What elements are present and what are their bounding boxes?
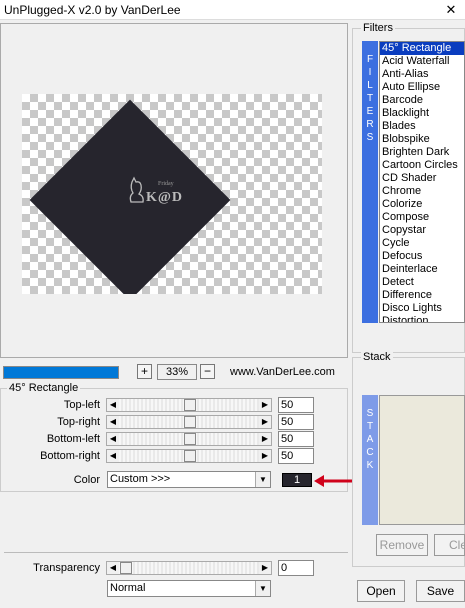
stack-list[interactable]	[379, 395, 465, 525]
param-slider[interactable]: ◀ ▶	[106, 415, 272, 429]
param-slider-thumb[interactable]	[184, 416, 196, 428]
stack-strip-letter: T	[366, 421, 374, 432]
filter-list-item[interactable]: Barcode	[380, 94, 464, 107]
param-label: Bottom-right	[40, 450, 100, 462]
param-value-field[interactable]: 50	[278, 414, 314, 430]
slider-left-arrow-icon[interactable]: ◀	[107, 416, 119, 428]
cat-watermark-icon	[129, 176, 144, 203]
slider-left-arrow-icon[interactable]: ◀	[107, 450, 119, 462]
window-title: UnPlugged-X v2.0 by VanDerLee	[4, 3, 181, 17]
chevron-down-icon[interactable]: ▼	[255, 472, 270, 487]
slider-left-arrow-icon[interactable]: ◀	[107, 562, 119, 574]
param-slider-thumb[interactable]	[184, 433, 196, 445]
stack-side-tab[interactable]: STACK	[362, 395, 378, 525]
filter-list-item[interactable]: Blacklight	[380, 107, 464, 120]
filters-strip-letter: T	[366, 93, 374, 104]
filter-list-item[interactable]: Chrome	[380, 185, 464, 198]
blend-mode-value: Normal	[110, 582, 146, 594]
remove-button[interactable]: Remove	[376, 534, 428, 556]
zoom-level: 33%	[157, 364, 197, 380]
param-slider-thumb[interactable]	[184, 399, 196, 411]
param-slider[interactable]: ◀ ▶	[106, 449, 272, 463]
filter-list-item[interactable]: Copystar	[380, 224, 464, 237]
stack-group-label: Stack	[361, 351, 393, 363]
filter-list-item[interactable]: Anti-Alias	[380, 68, 464, 81]
slider-right-arrow-icon[interactable]: ▶	[259, 399, 271, 411]
divider	[4, 552, 348, 553]
close-icon[interactable]: ✕	[437, 0, 465, 20]
param-slider[interactable]: ◀ ▶	[106, 432, 272, 446]
param-slider-thumb[interactable]	[184, 450, 196, 462]
color-select-value: Custom >>>	[110, 473, 171, 485]
open-button[interactable]: Open	[357, 580, 405, 602]
parameters-group-label: 45° Rectangle	[7, 382, 81, 394]
filter-list-item[interactable]: Defocus	[380, 250, 464, 263]
color-swatch[interactable]: 1	[282, 473, 312, 487]
filter-list-item[interactable]: Brighten Dark	[380, 146, 464, 159]
watermark-text: K@D	[146, 190, 184, 205]
filters-strip-letter: R	[366, 119, 374, 130]
progress-fill	[4, 367, 118, 378]
title-bar: UnPlugged-X v2.0 by VanDerLee ✕	[0, 0, 465, 20]
param-label: Bottom-left	[46, 433, 100, 445]
filter-list-item[interactable]: Detect	[380, 276, 464, 289]
filter-list-item[interactable]: Colorize	[380, 198, 464, 211]
transparency-label: Transparency	[33, 562, 100, 574]
filter-list-item[interactable]: Difference	[380, 289, 464, 302]
watermark-small-text: Friday	[158, 181, 174, 187]
param-value-field[interactable]: 50	[278, 448, 314, 464]
zoom-out-button[interactable]: −	[200, 364, 215, 379]
website-link[interactable]: www.VanDerLee.com	[230, 366, 335, 378]
stack-strip-letter: K	[366, 460, 374, 471]
filter-list-item[interactable]: Blades	[380, 120, 464, 133]
slider-left-arrow-icon[interactable]: ◀	[107, 399, 119, 411]
slider-right-arrow-icon[interactable]: ▶	[259, 433, 271, 445]
filters-strip-letter: S	[366, 132, 374, 143]
filter-list-item[interactable]: Cartoon Circles	[380, 159, 464, 172]
slider-right-arrow-icon[interactable]: ▶	[259, 416, 271, 428]
slider-right-arrow-icon[interactable]: ▶	[259, 562, 271, 574]
blend-mode-select[interactable]: Normal ▼	[107, 580, 271, 597]
stack-strip-letter: A	[366, 434, 374, 445]
filters-list[interactable]: 45° Rectangle Acid Waterfall Anti-Alias Aut…	[379, 41, 465, 323]
color-select[interactable]: Custom >>> ▼	[107, 471, 271, 488]
filter-list-item[interactable]: Distortion	[380, 315, 464, 322]
transparency-value[interactable]: 0	[278, 560, 314, 576]
chevron-down-icon[interactable]: ▼	[255, 581, 270, 596]
filters-side-tab[interactable]: FILTERS	[362, 41, 378, 323]
transparency-slider-thumb[interactable]	[120, 562, 132, 574]
zoom-in-button[interactable]: +	[137, 364, 152, 379]
filter-list-item[interactable]: Compose	[380, 211, 464, 224]
filter-list-item[interactable]: CD Shader	[380, 172, 464, 185]
filter-list-item[interactable]: Disco Lights	[380, 302, 464, 315]
slider-right-arrow-icon[interactable]: ▶	[259, 450, 271, 462]
filter-list-item[interactable]: Blobspike	[380, 133, 464, 146]
param-label: Top-left	[63, 399, 100, 411]
stack-strip-letter: C	[366, 447, 374, 458]
filter-list-item[interactable]: Auto Ellipse	[380, 81, 464, 94]
color-label: Color	[73, 474, 100, 486]
stack-strip-letter: S	[366, 408, 374, 419]
param-value-field[interactable]: 50	[278, 431, 314, 447]
filters-group-label: Filters	[361, 22, 395, 34]
param-value-field[interactable]: 50	[278, 397, 314, 413]
filter-list-item[interactable]: Deinterlace	[380, 263, 464, 276]
progress-bar	[3, 366, 119, 379]
filters-strip-letter: F	[366, 54, 374, 65]
filter-list-item[interactable]: Cycle	[380, 237, 464, 250]
filters-strip-letter: E	[366, 106, 374, 117]
filters-strip-letter: L	[367, 80, 373, 91]
save-button[interactable]: Save	[416, 580, 465, 602]
filter-list-item[interactable]: Acid Waterfall	[380, 55, 464, 68]
filters-strip-letter: I	[368, 67, 372, 78]
red-arrow-annotation	[314, 475, 352, 487]
slider-left-arrow-icon[interactable]: ◀	[107, 433, 119, 445]
filter-list-item[interactable]: 45° Rectangle	[380, 42, 464, 55]
param-label: Top-right	[57, 416, 100, 428]
transparency-slider[interactable]: ◀ ▶	[106, 561, 272, 575]
clear-button[interactable]: Cle	[434, 534, 465, 556]
param-slider[interactable]: ◀ ▶	[106, 398, 272, 412]
